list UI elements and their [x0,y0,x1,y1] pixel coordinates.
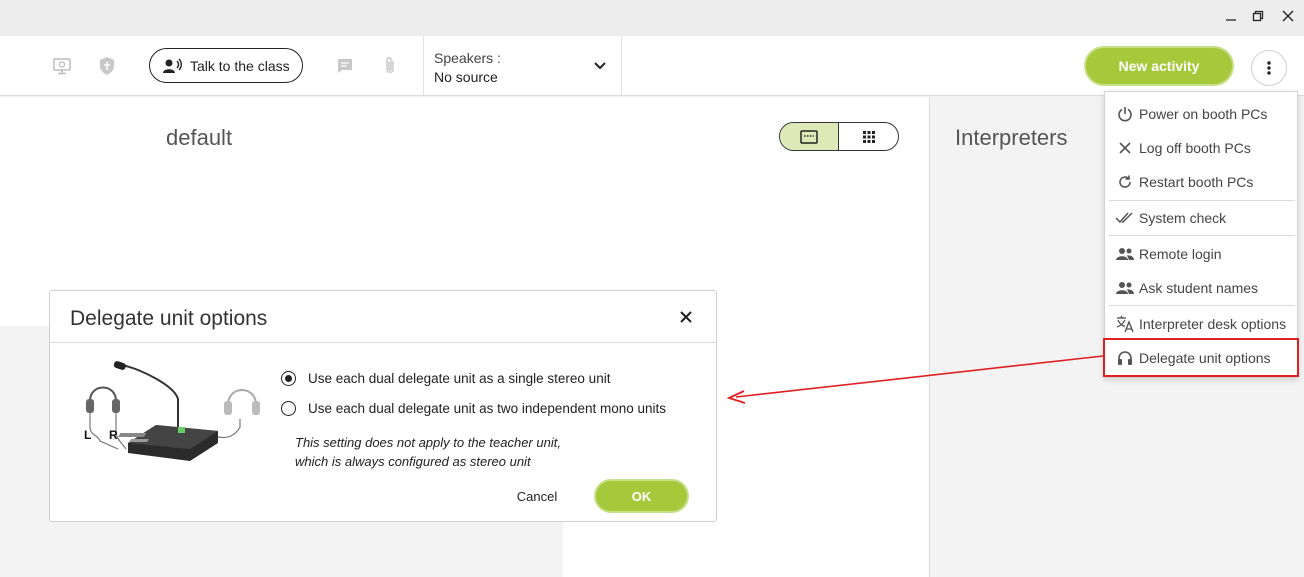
dialog-divider [50,342,716,343]
highlight-annotation-box [1103,338,1299,377]
talk-to-class-label: Talk to the class [190,57,290,74]
radio-mono[interactable] [281,401,296,416]
grid-icon [862,130,875,143]
interpreters-title: Interpreters [955,125,1068,150]
note-line-1: This setting does not apply to the teach… [295,435,561,450]
menu-item-label: Remote login [1139,246,1222,262]
menu-item-label: Power on booth PCs [1139,106,1268,122]
menu-item-ask-student-names[interactable]: Ask student names [1105,271,1299,305]
dialog-note: This setting does not apply to the teach… [295,433,561,471]
view-toggle [779,122,899,151]
menu-item-label: Restart booth PCs [1139,174,1254,190]
option-mono-label: Use each dual delegate unit as two indep… [308,401,667,416]
option-mono-units[interactable]: Use each dual delegate unit as two indep… [281,401,666,416]
menu-item-restart[interactable]: Restart booth PCs [1105,165,1299,199]
ok-button[interactable]: OK [594,479,689,513]
refresh-icon [1115,172,1135,192]
restore-icon[interactable] [1246,6,1270,26]
more-vertical-icon [1267,61,1271,75]
menu-item-label: System check [1139,210,1227,226]
shield-icon[interactable] [96,56,118,76]
menu-item-label: Log off booth PCs [1139,140,1251,156]
note-line-2: which is always configured as stereo uni… [295,454,531,469]
monitor-icon[interactable] [51,56,73,76]
cancel-button[interactable]: Cancel [505,483,569,509]
grid-view-button[interactable] [839,123,898,150]
users-icon [1115,244,1135,264]
close-icon[interactable] [676,307,696,327]
dialog-title: Delegate unit options [70,307,268,330]
menu-item-label: Interpreter desk options [1139,316,1287,332]
menu-item-interpreter-desk-options[interactable]: Interpreter desk options [1105,307,1299,341]
chevron-down-icon [593,58,607,76]
paperclip-icon[interactable] [379,56,401,76]
option-stereo-label: Use each dual delegate unit as a single … [308,371,611,386]
menu-item-power-on[interactable]: Power on booth PCs [1105,97,1299,131]
delegate-unit-illustration: L R [84,361,260,461]
menu-divider [1109,305,1295,306]
double-check-icon [1115,208,1135,228]
more-options-menu: Power on booth PCs Log off booth PCs Res… [1104,91,1298,378]
window-title-bar [0,0,1304,36]
chat-icon[interactable] [334,56,356,76]
menu-item-log-off[interactable]: Log off booth PCs [1105,131,1299,165]
new-activity-button[interactable]: New activity [1084,46,1234,86]
toolbar: Talk to the class Speakers : No source N… [0,36,1304,96]
menu-divider [1109,235,1295,236]
panel-divider [929,97,930,577]
group-title: default [166,125,233,150]
menu-item-system-check[interactable]: System check [1105,201,1299,235]
close-window-icon[interactable] [1276,6,1300,26]
menu-item-remote-login[interactable]: Remote login [1105,237,1299,271]
more-options-button[interactable] [1251,50,1287,86]
close-icon [1115,138,1135,158]
translate-icon [1115,314,1135,334]
menu-item-label: Ask student names [1139,280,1259,296]
radio-stereo[interactable] [281,371,296,386]
desk-view-icon [800,129,818,144]
power-icon [1115,104,1135,124]
speakers-selector[interactable]: Speakers : No source [423,36,622,95]
users-icon [1115,278,1135,298]
speaking-person-icon [163,58,182,73]
option-stereo-unit[interactable]: Use each dual delegate unit as a single … [281,371,610,386]
left-channel-label: L [84,428,91,442]
talk-to-class-button[interactable]: Talk to the class [149,48,303,83]
right-channel-label: R [109,428,118,442]
desk-view-button[interactable] [780,123,840,150]
delegate-unit-options-dialog: Delegate unit options L R Use each dual … [49,290,717,522]
minimize-icon[interactable] [1219,6,1243,26]
